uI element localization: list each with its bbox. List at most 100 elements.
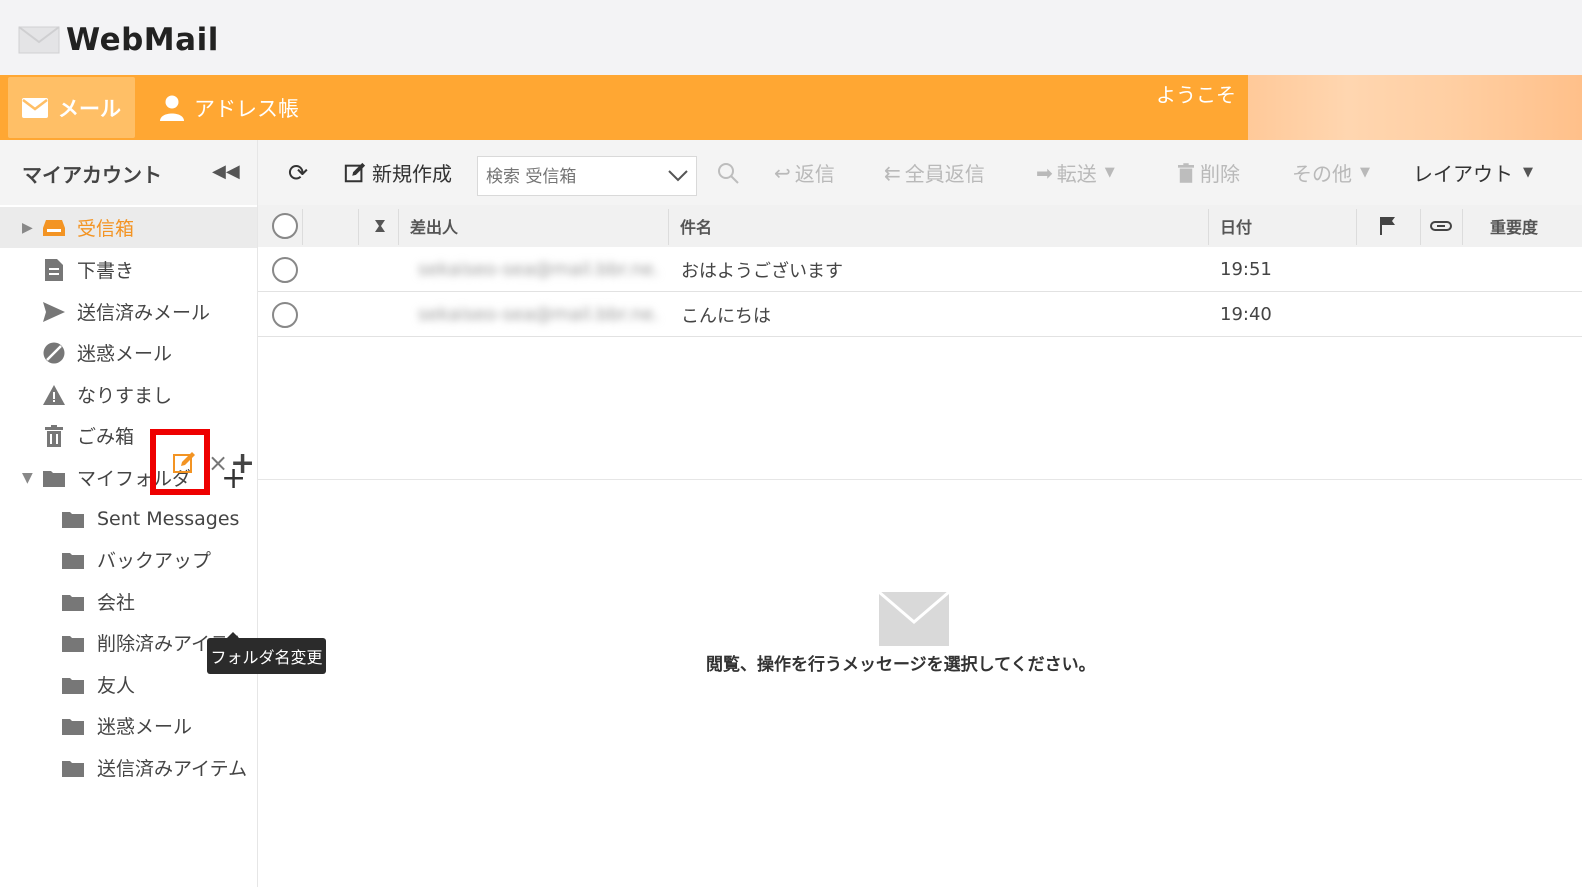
chevron-down-icon: ▼ bbox=[1523, 165, 1533, 180]
column-date[interactable]: 日付 bbox=[1220, 205, 1252, 247]
folder-icon bbox=[61, 508, 85, 530]
list-header: 差出人 件名 日付 重要度 bbox=[258, 205, 1582, 247]
tab-mail[interactable]: メール bbox=[8, 77, 135, 138]
select-all-checkbox[interactable] bbox=[272, 205, 298, 247]
search-input[interactable] bbox=[486, 165, 666, 189]
search-box bbox=[477, 156, 697, 196]
collapse-sidebar-icon[interactable]: ◀◀ bbox=[212, 161, 240, 182]
sidebar-title: マイアカウント bbox=[22, 163, 162, 187]
compose-icon bbox=[344, 162, 366, 182]
draft-icon bbox=[42, 258, 66, 281]
table-row[interactable]: sekaiseo-sea@mail.bbr.ne.jp おはようございます 19… bbox=[258, 247, 1582, 292]
mail-icon bbox=[22, 97, 48, 118]
tab-address-book[interactable]: アドレス帳 bbox=[160, 75, 330, 140]
attachment-icon[interactable] bbox=[1430, 205, 1452, 247]
rename-folder-icon[interactable] bbox=[172, 451, 198, 477]
delete-folder-icon[interactable]: × bbox=[208, 449, 228, 477]
folder-label: 受信箱 bbox=[77, 218, 135, 240]
folder-icon bbox=[61, 674, 85, 696]
subfolder-sent-messages[interactable]: Sent Messages bbox=[0, 498, 257, 539]
folder-label: 下書き bbox=[77, 260, 135, 282]
inbox-icon bbox=[42, 217, 66, 239]
caret-right-icon[interactable]: ▶ bbox=[22, 220, 33, 236]
folder-icon bbox=[61, 632, 85, 654]
tab-mail-label: メール bbox=[58, 96, 121, 121]
warning-icon bbox=[42, 384, 66, 406]
sidebar-header: マイアカウント ◀◀ bbox=[0, 140, 257, 205]
folder-phishing[interactable]: なりすまし bbox=[0, 374, 257, 415]
reply-icon: ↩ bbox=[774, 160, 791, 185]
add-subfolder-icon[interactable]: + bbox=[230, 446, 255, 481]
subfolder-backup[interactable]: バックアップ bbox=[0, 539, 257, 580]
folder-icon bbox=[61, 757, 85, 779]
folder-label: なりすまし bbox=[77, 385, 173, 407]
compose-button[interactable]: 新規作成 bbox=[344, 140, 452, 205]
row-select-checkbox[interactable] bbox=[272, 292, 298, 337]
preview-divider[interactable] bbox=[258, 479, 1582, 480]
reply-all-button[interactable]: ⇇ 全員返信 bbox=[884, 140, 985, 205]
folder-spam[interactable]: 迷惑メール bbox=[0, 332, 257, 373]
folder-sent[interactable]: 送信済みメール bbox=[0, 291, 257, 332]
folder-label: 迷惑メール bbox=[97, 716, 193, 738]
refresh-icon[interactable]: ⟳ bbox=[288, 140, 308, 205]
folder-label: 送信済みメール bbox=[77, 302, 211, 324]
logo-text: WebMail bbox=[66, 22, 219, 58]
folder-icon bbox=[61, 715, 85, 737]
folder-icon bbox=[61, 549, 85, 571]
subfolder-junk[interactable]: 迷惑メール bbox=[0, 705, 257, 746]
row-subject: こんにちは bbox=[681, 305, 771, 327]
folder-label: 友人 bbox=[97, 675, 136, 697]
subfolder-sent-items[interactable]: 送信済みアイテム bbox=[0, 747, 257, 788]
search-icon[interactable] bbox=[716, 140, 740, 205]
subfolder-company[interactable]: 会社 bbox=[0, 581, 257, 622]
preview-empty-text: 閲覧、操作を行うメッセージを選択してください。 bbox=[706, 655, 1096, 675]
chevron-down-icon: ▼ bbox=[1360, 165, 1370, 180]
column-subject[interactable]: 件名 bbox=[680, 205, 712, 247]
envelope-logo-icon bbox=[18, 26, 60, 54]
folder-label: ごみ箱 bbox=[77, 426, 135, 448]
layout-label: レイアウト bbox=[1413, 162, 1513, 186]
delete-button[interactable]: 削除 bbox=[1178, 140, 1240, 205]
tab-address-label: アドレス帳 bbox=[194, 96, 299, 121]
compose-label: 新規作成 bbox=[372, 162, 452, 186]
reply-all-label: 全員返信 bbox=[904, 162, 985, 186]
folder-label: 迷惑メール bbox=[77, 343, 173, 365]
send-icon bbox=[42, 301, 66, 323]
envelope-icon bbox=[878, 590, 950, 646]
row-subject: おはようございます bbox=[681, 260, 843, 282]
table-row[interactable]: sekaiseo-sea@mail.bbr.ne.jp こんにちは 19:40 bbox=[258, 292, 1582, 337]
tooltip: フォルダ名変更 bbox=[207, 632, 326, 674]
main-nav: メール アドレス帳 ようこそ bbox=[0, 75, 1582, 140]
folder-label: Sent Messages bbox=[97, 507, 240, 530]
forward-button[interactable]: ➡ 転送 ▼ bbox=[1036, 140, 1115, 205]
toolbar: ⟳ 新規作成 ↩ 返信 ⇇ 全員返信 ➡ 転送 ▼ 削除 その他 ▼ レイアウト… bbox=[258, 140, 1582, 205]
search-scope-dropdown-icon[interactable] bbox=[668, 163, 688, 187]
user-name-redacted bbox=[1248, 75, 1582, 140]
welcome-text: ようこそ bbox=[1156, 83, 1236, 107]
row-select-checkbox[interactable] bbox=[272, 247, 298, 292]
flag-icon[interactable] bbox=[1380, 205, 1396, 247]
folder-label: 会社 bbox=[97, 592, 136, 614]
row-from: sekaiseo-sea@mail.bbr.ne.jp bbox=[418, 259, 658, 280]
folder-icon bbox=[61, 591, 85, 613]
reply-all-icon: ⇇ bbox=[884, 160, 901, 185]
trash-icon bbox=[42, 424, 66, 447]
more-label: その他 bbox=[1292, 162, 1352, 186]
folder-icon bbox=[42, 467, 66, 489]
column-from[interactable]: 差出人 bbox=[410, 205, 458, 247]
forward-icon: ➡ bbox=[1036, 160, 1053, 185]
folder-label: バックアップ bbox=[97, 550, 212, 572]
chevron-down-icon: ▼ bbox=[1104, 165, 1115, 180]
thread-icon[interactable] bbox=[372, 205, 388, 247]
folder-inbox[interactable]: ▶ 受信箱 bbox=[0, 207, 257, 248]
folder-hover-actions: × + bbox=[150, 429, 257, 495]
row-from: sekaiseo-sea@mail.bbr.ne.jp bbox=[418, 304, 658, 325]
folder-drafts[interactable]: 下書き bbox=[0, 249, 257, 290]
trash-icon bbox=[1178, 162, 1194, 183]
reply-button[interactable]: ↩ 返信 bbox=[774, 140, 835, 205]
row-date: 19:51 bbox=[1220, 259, 1272, 280]
column-priority[interactable]: 重要度 bbox=[1490, 205, 1538, 247]
caret-down-icon[interactable]: ▼ bbox=[22, 470, 33, 486]
layout-button[interactable]: レイアウト ▼ bbox=[1413, 140, 1533, 205]
more-button[interactable]: その他 ▼ bbox=[1292, 140, 1370, 205]
